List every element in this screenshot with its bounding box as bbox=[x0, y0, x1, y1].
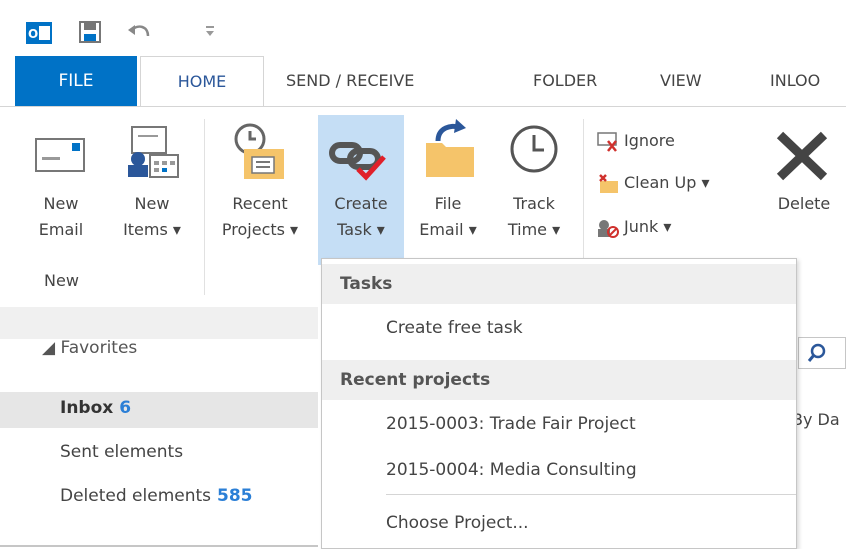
new-items-button[interactable]: New Items ▾ bbox=[108, 107, 196, 265]
svg-text:O: O bbox=[28, 27, 38, 41]
search-icon[interactable] bbox=[807, 343, 827, 363]
ignore-icon bbox=[597, 131, 617, 152]
recent-projects-label-2: Projects ▾ bbox=[221, 220, 299, 239]
track-time-button[interactable]: Track Time ▾ bbox=[492, 107, 576, 265]
ribbon-tabs: FILE HOME SEND / RECEIVE FOLDER VIEW INL… bbox=[0, 56, 846, 106]
save-icon[interactable] bbox=[78, 20, 104, 44]
menu-item-project-1[interactable]: 2015-0003: Trade Fair Project bbox=[322, 404, 796, 444]
recent-projects-button[interactable]: Recent Projects ▾ bbox=[210, 107, 310, 265]
tab-file[interactable]: FILE bbox=[15, 56, 137, 106]
outlook-logo-icon: O bbox=[26, 22, 52, 44]
tab-folder[interactable]: FOLDER bbox=[533, 56, 597, 106]
folder-sent[interactable]: Sent elements bbox=[0, 436, 318, 472]
inbox-count: 6 bbox=[119, 398, 132, 418]
sort-by-date[interactable]: By Da bbox=[792, 410, 840, 429]
nav-pane-top-band bbox=[0, 307, 318, 339]
tab-view[interactable]: VIEW bbox=[660, 56, 702, 106]
recent-projects-label-1: Recent bbox=[232, 194, 288, 213]
delete-button[interactable]: Delete bbox=[762, 107, 846, 265]
file-email-button[interactable]: File Email ▾ bbox=[406, 107, 490, 265]
undo-icon[interactable] bbox=[126, 22, 152, 44]
inbox-label: Inbox bbox=[60, 398, 114, 418]
file-email-folder-icon bbox=[426, 119, 474, 177]
new-email-label-2: Email bbox=[38, 220, 84, 239]
create-task-label-2: Task ▾ bbox=[337, 220, 385, 239]
clean-up-label: Clean Up ▾ bbox=[624, 173, 710, 192]
folder-inbox[interactable]: Inbox 6 bbox=[0, 392, 318, 428]
new-email-label-1: New bbox=[43, 194, 79, 213]
clean-up-button[interactable]: Clean Up ▾ bbox=[596, 169, 709, 197]
menu-header-recent-projects: Recent projects bbox=[322, 360, 796, 400]
ribbon-divider bbox=[204, 119, 205, 295]
new-email-button[interactable]: New Email bbox=[16, 107, 106, 265]
group-label-new: New bbox=[44, 271, 79, 290]
folder-deleted[interactable]: Deleted elements 585 bbox=[0, 480, 318, 516]
create-task-dropdown: Tasks Create free task Recent projects 2… bbox=[321, 258, 797, 549]
tab-send-receive[interactable]: SEND / RECEIVE bbox=[286, 56, 414, 106]
file-email-label-2: Email ▾ bbox=[419, 220, 477, 239]
tab-home[interactable]: HOME bbox=[140, 56, 264, 106]
junk-icon bbox=[598, 219, 619, 238]
sent-label: Sent elements bbox=[60, 442, 184, 462]
new-items-icon bbox=[128, 126, 179, 178]
deleted-count: 585 bbox=[217, 486, 253, 506]
deleted-label: Deleted elements bbox=[60, 486, 212, 506]
track-time-label-1: Track bbox=[513, 194, 555, 213]
customize-qat-icon[interactable] bbox=[204, 24, 216, 38]
menu-item-create-free-task[interactable]: Create free task bbox=[322, 308, 796, 348]
favorites-header[interactable]: ◢ Favorites bbox=[42, 338, 137, 358]
quick-access-toolbar: O bbox=[0, 0, 846, 50]
junk-label: Junk ▾ bbox=[624, 217, 672, 236]
clock-icon bbox=[510, 125, 558, 173]
menu-item-choose-project[interactable]: Choose Project... bbox=[322, 503, 796, 543]
ignore-label: Ignore bbox=[624, 131, 675, 150]
delete-label: Delete bbox=[777, 194, 831, 213]
junk-button[interactable]: Junk ▾ bbox=[596, 213, 671, 241]
create-task-label-1: Create bbox=[334, 194, 388, 213]
menu-header-tasks: Tasks bbox=[322, 264, 796, 304]
file-email-label-1: File bbox=[434, 194, 462, 213]
new-items-label-1: New bbox=[134, 194, 170, 213]
clean-up-icon bbox=[599, 173, 618, 193]
menu-separator bbox=[386, 494, 796, 495]
ignore-button[interactable]: Ignore bbox=[596, 127, 675, 155]
recent-projects-icon bbox=[234, 123, 284, 179]
menu-item-project-2[interactable]: 2015-0004: Media Consulting bbox=[322, 450, 796, 490]
link-check-icon bbox=[329, 142, 386, 181]
search-input[interactable] bbox=[798, 337, 846, 369]
tab-inloox[interactable]: INLOO bbox=[770, 56, 820, 106]
delete-x-icon bbox=[776, 131, 828, 181]
nav-divider bbox=[0, 545, 318, 547]
track-time-label-2: Time ▾ bbox=[507, 220, 561, 239]
envelope-icon bbox=[35, 138, 85, 172]
new-items-label-2: Items ▾ bbox=[123, 220, 181, 239]
create-task-button[interactable]: Create Task ▾ bbox=[318, 115, 404, 265]
